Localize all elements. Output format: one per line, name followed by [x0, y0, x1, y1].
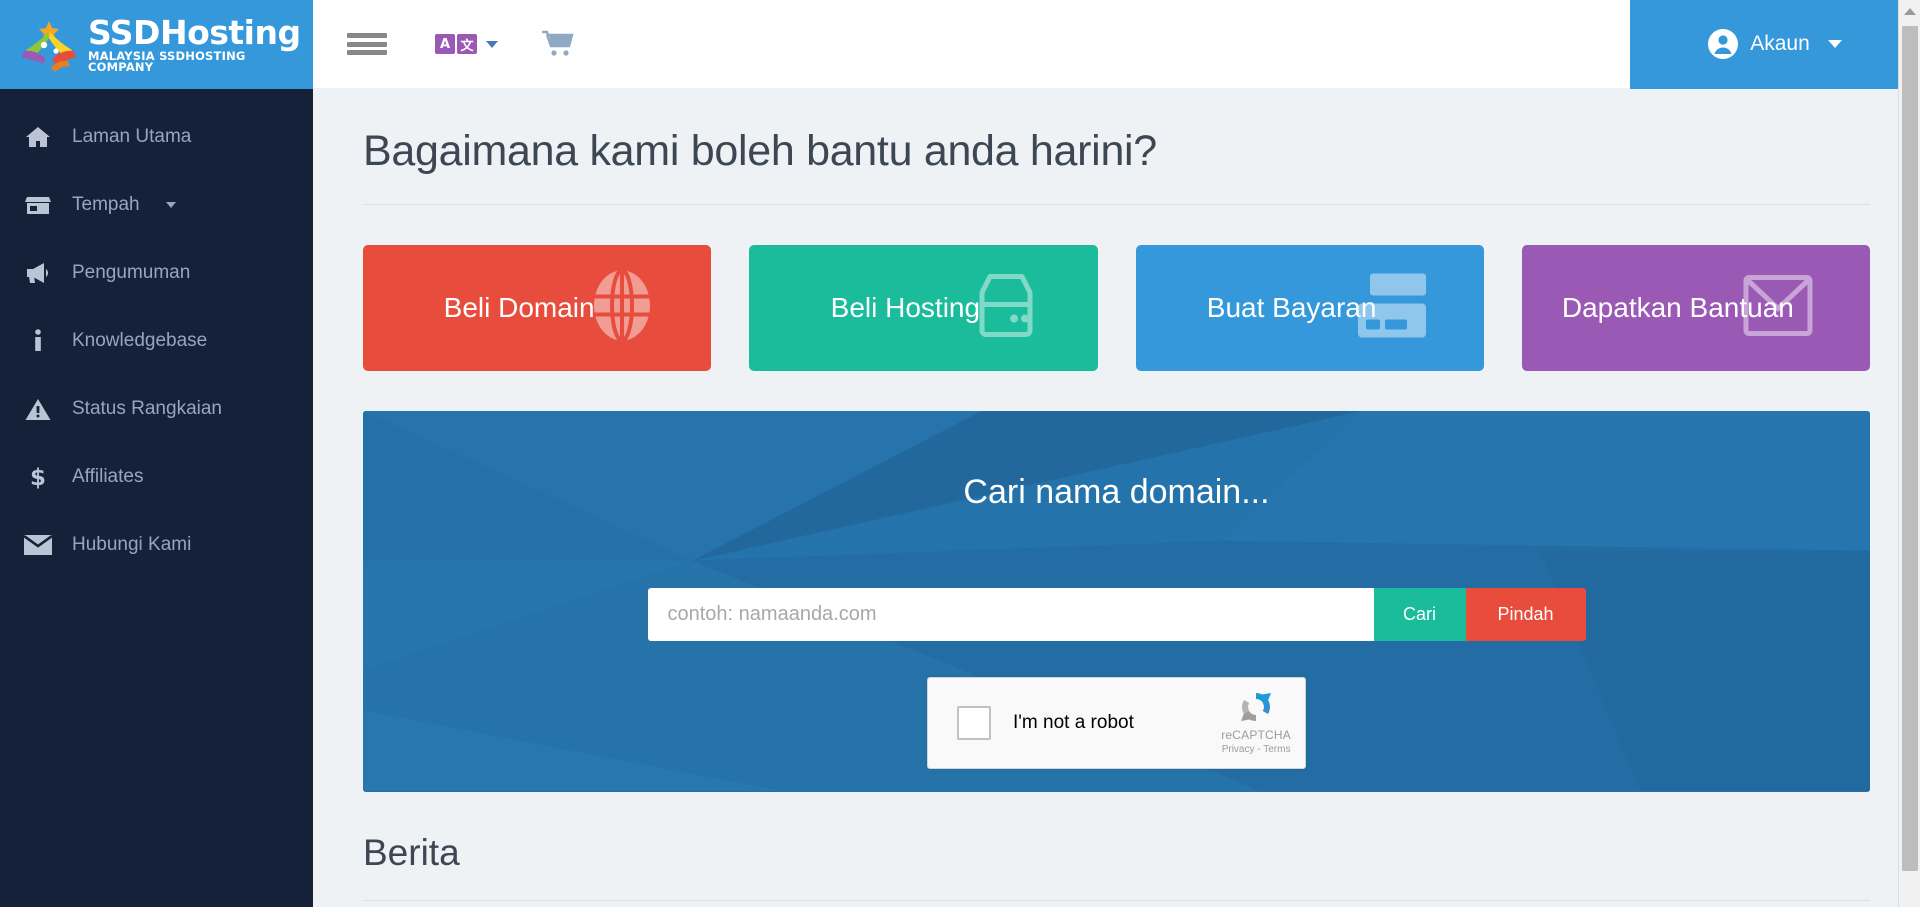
topbar: A 文 Akaun [313, 0, 1920, 89]
translate-glyph-cjk: 文 [457, 34, 477, 54]
sidebar-item-knowledgebase[interactable]: Knowledgebase [0, 307, 313, 375]
svg-text:$: $ [30, 465, 46, 490]
chevron-down-icon [1827, 40, 1842, 48]
sidebar-item-laman-utama[interactable]: Laman Utama [0, 103, 313, 171]
sidebar-item-label: Tempah [72, 194, 140, 215]
scrollbar-thumb[interactable] [1902, 26, 1918, 871]
domain-search-panel: Cari nama domain... Cari Pindah I'm not … [363, 411, 1870, 792]
chevron-up-icon [1903, 7, 1916, 15]
chevron-down-icon [165, 202, 176, 208]
translate-icon: A 文 [435, 34, 477, 54]
title-divider [363, 204, 1870, 205]
recaptcha-widget[interactable]: I'm not a robot reCAPTCHA Privacy - Term… [927, 677, 1306, 770]
brand-text: SSDHosting MALAYSIA SSDHOSTING COMPANY [88, 16, 313, 74]
recaptcha-links: Privacy - Terms [1222, 744, 1291, 755]
panel-content: Cari nama domain... Cari Pindah I'm not … [363, 411, 1870, 770]
language-selector[interactable]: A 文 [435, 34, 498, 54]
warning-icon [22, 396, 54, 422]
translate-glyph-latin: A [435, 34, 455, 54]
sidebar-item-label: Pengumuman [72, 262, 191, 283]
sidebar-item-affiliates[interactable]: $ Affiliates [0, 443, 313, 511]
megaphone-icon [22, 260, 54, 286]
topbar-left-controls: A 文 [313, 29, 1630, 59]
recaptcha-checkbox[interactable] [957, 706, 991, 741]
card-label: Dapatkan Bantuan [1561, 292, 1794, 323]
card-label: Buat Bayaran [1206, 292, 1377, 323]
server-icon [970, 271, 1042, 346]
domain-search-input[interactable] [647, 588, 1374, 642]
info-icon [22, 328, 54, 354]
page-title: Bagaimana kami boleh bantu anda harini? [363, 127, 1157, 175]
scrollbar-up-arrow[interactable] [1899, 0, 1920, 22]
brand-name: SSDHosting [88, 12, 301, 52]
page-scrollbar[interactable] [1898, 0, 1920, 907]
domain-search-button[interactable]: Cari [1373, 588, 1466, 642]
sidebar-item-label: Knowledgebase [72, 330, 208, 351]
hamburger-icon[interactable] [347, 29, 387, 59]
card-label: Beli Domain [443, 292, 595, 323]
brand-logo[interactable]: SSDHosting MALAYSIA SSDHOSTING COMPANY [0, 0, 313, 89]
sidebar-item-pengumuman[interactable]: Pengumuman [0, 239, 313, 307]
news-section-title: Berita [363, 832, 460, 873]
sidebar-nav: Laman Utama Tempah Pengumuman Knowledgeb… [0, 89, 313, 579]
content-area: Bagaimana kami boleh bantu anda harini? … [313, 89, 1920, 907]
recaptcha-privacy-link[interactable]: Privacy [1222, 744, 1255, 755]
recaptcha-brand: reCAPTCHA Privacy - Terms [1221, 689, 1291, 755]
domain-search-row: Cari Pindah [647, 588, 1586, 642]
account-label: Akaun [1750, 32, 1810, 55]
recaptcha-logo-icon [1241, 693, 1272, 722]
sidebar-item-tempah[interactable]: Tempah [0, 171, 313, 239]
card-buat-bayaran[interactable]: Buat Bayaran [1135, 245, 1484, 371]
domain-search-title: Cari nama domain... [963, 473, 1270, 511]
globe-icon [589, 268, 655, 348]
account-button[interactable]: Akaun [1630, 0, 1920, 89]
star-burst-logo-icon [22, 20, 76, 72]
sidebar-item-label: Laman Utama [72, 126, 192, 147]
card-label: Beli Hosting [830, 292, 981, 323]
domain-transfer-button[interactable]: Pindah [1465, 588, 1586, 642]
dollar-icon: $ [22, 464, 54, 490]
brand-tagline: MALAYSIA SSDHOSTING COMPANY [88, 48, 246, 74]
card-dapatkan-bantuan[interactable]: Dapatkan Bantuan [1521, 245, 1870, 371]
news-divider [363, 900, 1870, 901]
home-icon [22, 124, 54, 150]
main-region: A 文 Akaun Bagaimana kami boleh bantu and… [313, 0, 1920, 907]
shopping-cart-icon[interactable] [542, 30, 574, 58]
sidebar-item-label: Affiliates [72, 466, 144, 487]
envelope-icon [22, 532, 54, 558]
card-beli-domain[interactable]: Beli Domain [363, 245, 712, 371]
recaptcha-separator: - [1257, 744, 1261, 756]
card-beli-hosting[interactable]: Beli Hosting [749, 245, 1098, 371]
app-root: SSDHosting MALAYSIA SSDHOSTING COMPANY L… [0, 0, 1920, 907]
chevron-down-icon [486, 40, 498, 48]
recaptcha-brand-name: reCAPTCHA [1221, 728, 1291, 743]
sidebar-item-hubungi-kami[interactable]: Hubungi Kami [0, 511, 313, 579]
user-circle-icon [1708, 29, 1739, 59]
recaptcha-terms-link[interactable]: Terms [1263, 744, 1290, 755]
sidebar: SSDHosting MALAYSIA SSDHOSTING COMPANY L… [0, 0, 313, 907]
recaptcha-label: I'm not a robot [1013, 712, 1134, 734]
quick-action-cards: Beli Domain Beli Hosting Buat Bayaran Da… [355, 245, 1878, 371]
sidebar-item-status-rangkaian[interactable]: Status Rangkaian [0, 375, 313, 443]
sidebar-item-label: Status Rangkaian [72, 398, 222, 419]
store-icon [22, 192, 54, 218]
sidebar-item-label: Hubungi Kami [72, 534, 192, 555]
